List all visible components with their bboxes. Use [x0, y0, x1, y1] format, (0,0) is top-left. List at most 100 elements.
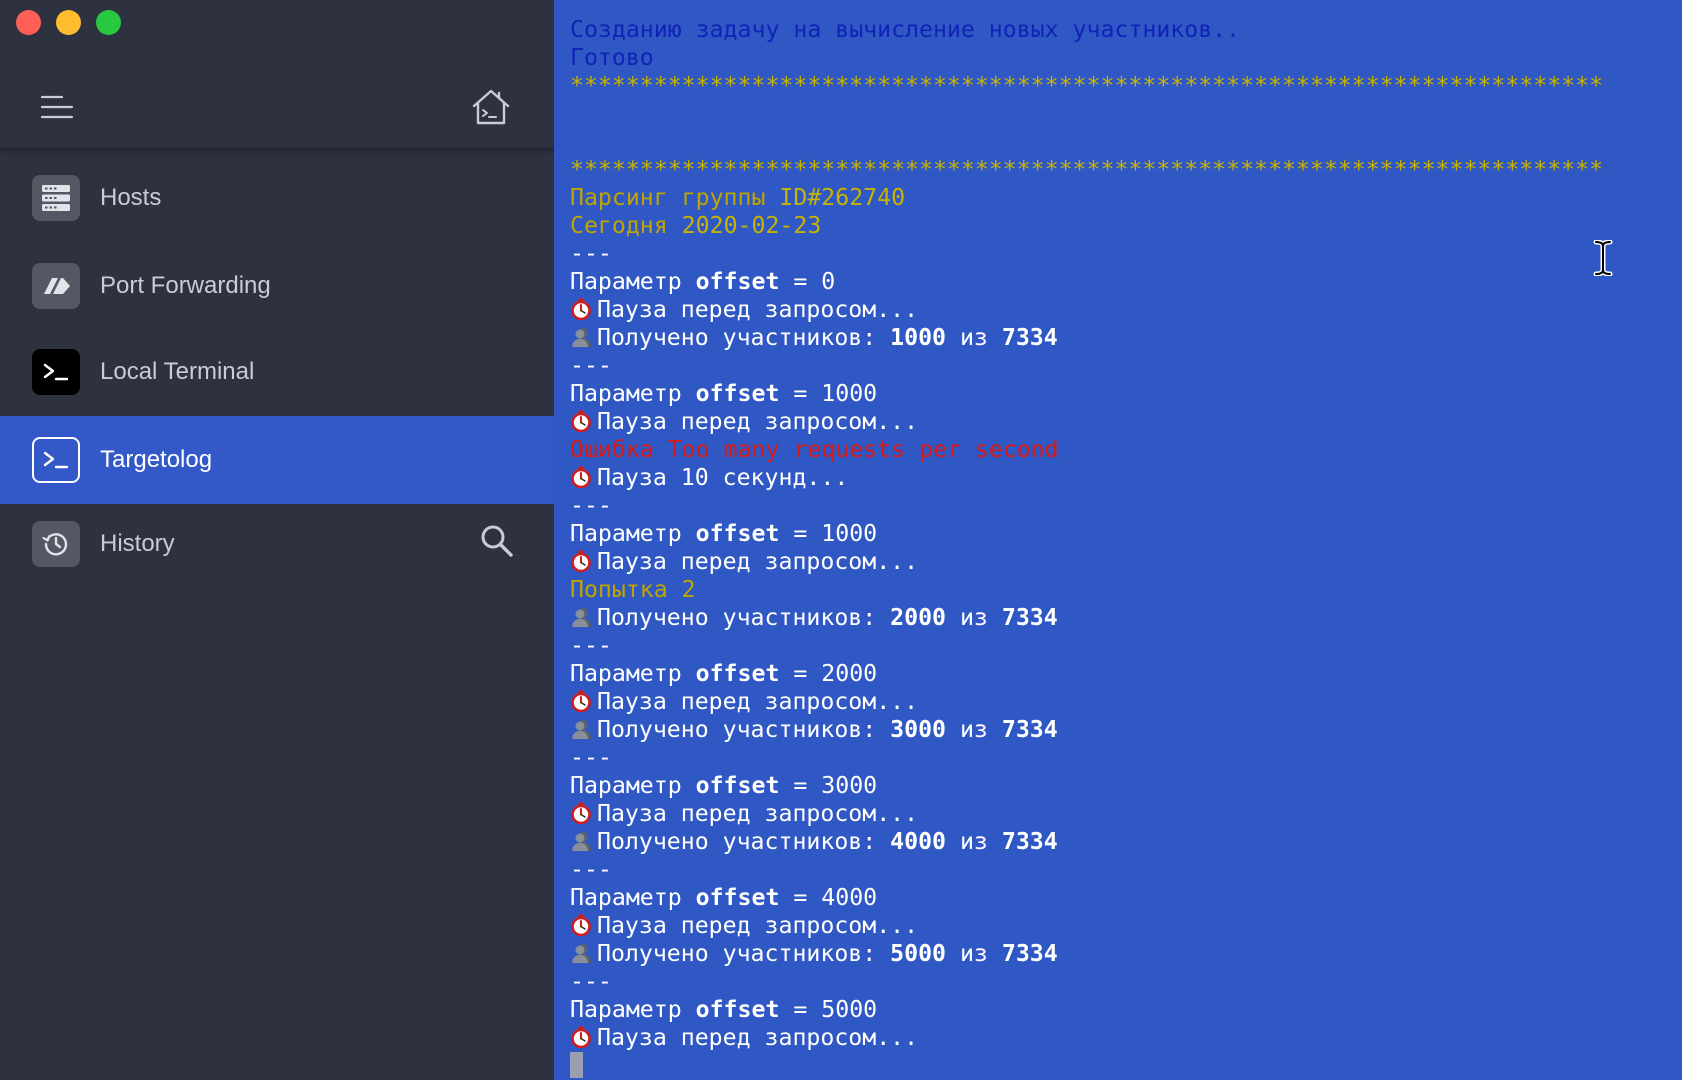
terminal-prompt-icon — [32, 349, 80, 395]
terminal-text-segment: из — [946, 604, 1002, 631]
terminal-text-segment: = 1000 — [779, 520, 878, 547]
window-minimize-button[interactable] — [56, 10, 81, 35]
terminal-line: Параметр offset = 5000 — [570, 996, 1672, 1024]
terminal-line: Параметр offset = 1000 — [570, 380, 1672, 408]
terminal-text-segment: offset — [695, 268, 780, 295]
terminal-text-segment: = 0 — [779, 268, 836, 295]
stopwatch-icon — [570, 914, 592, 937]
terminal-text-segment: ****************************************… — [570, 72, 1604, 99]
stopwatch-icon — [570, 802, 592, 825]
stopwatch-icon — [570, 690, 592, 713]
user-silhouette-icon — [570, 830, 592, 852]
terminal-text-segment: 7334 — [1001, 828, 1058, 855]
terminal-text-segment: 7334 — [1001, 604, 1058, 631]
terminal-text-segment: Получено участников: — [597, 324, 891, 351]
terminal-text-segment: Получено участников: — [597, 940, 891, 967]
sidebar-item-label: Local Terminal — [100, 358, 255, 385]
terminal-line: Параметр offset = 1000 — [570, 520, 1672, 548]
terminal-text-segment: Параметр — [570, 520, 696, 547]
terminal-line: --- — [570, 968, 1672, 996]
terminal-text-segment: Параметр — [570, 996, 696, 1023]
terminal-line: --- — [570, 492, 1672, 520]
terminal-text-segment: Пауза перед запросом... — [597, 408, 919, 435]
window-close-button[interactable] — [16, 10, 41, 35]
sidebar-item-label: History — [100, 530, 175, 557]
sidebar-item-label: Port Forwarding — [100, 272, 271, 299]
terminal-line: Пауза перед запросом... — [570, 1024, 1672, 1052]
terminal-text-segment: Параметр — [570, 268, 696, 295]
server-icon — [32, 175, 80, 221]
terminal-text-segment: --- — [570, 968, 612, 995]
terminal-line: Созданию задачу на вычисление новых учас… — [570, 16, 1672, 44]
sidebar-item-label: Targetolog — [100, 446, 213, 473]
terminal-text-segment: = 3000 — [779, 772, 878, 799]
terminal-text-segment: Параметр — [570, 380, 696, 407]
terminal-line: Пауза перед запросом... — [570, 688, 1672, 716]
search-icon[interactable] — [480, 524, 514, 558]
terminal-line: Получено участников: 4000 из 7334 — [570, 828, 1672, 856]
terminal-text-segment: 7334 — [1001, 940, 1058, 967]
terminal-text-segment: Попытка 2 — [570, 576, 696, 603]
stopwatch-icon — [570, 550, 592, 573]
terminal-text-segment: Параметр — [570, 660, 696, 687]
terminal-pane[interactable]: Созданию задачу на вычисление новых учас… — [554, 0, 1682, 1080]
sidebar-item-targetolog[interactable]: Targetolog — [0, 416, 554, 504]
terminal-text-segment: ****************************************… — [570, 156, 1604, 183]
terminal-line: ****************************************… — [570, 72, 1672, 100]
terminal-line: Параметр offset = 2000 — [570, 660, 1672, 688]
terminal-text-segment: = 4000 — [779, 884, 878, 911]
sidebar-item-port-forwarding[interactable]: Port Forwarding — [0, 242, 554, 330]
terminal-text-segment: 1000 — [890, 324, 947, 351]
terminal-line: Пауза 10 секунд... — [570, 464, 1672, 492]
sidebar-header — [0, 55, 554, 149]
terminal-text-segment: Ошибка Too many requests per second — [570, 436, 1059, 463]
terminal-text-segment: Парсинг группы — [570, 184, 780, 211]
terminal-text-segment: 7334 — [1001, 716, 1058, 743]
terminal-text-segment: offset — [695, 884, 780, 911]
home-terminal-icon[interactable] — [470, 87, 512, 127]
sidebar-item-hosts[interactable]: Hosts — [0, 154, 554, 242]
terminal-text-segment: Пауза перед запросом... — [597, 296, 919, 323]
sidebar-item-label: Hosts — [100, 184, 162, 211]
terminal-text-segment: offset — [695, 380, 780, 407]
terminal-text-segment: 3000 — [890, 716, 947, 743]
terminal-text-segment: --- — [570, 492, 612, 519]
terminal-text-segment: offset — [695, 996, 780, 1023]
sidebar-item-history[interactable]: History — [0, 500, 554, 588]
terminal-line: --- — [570, 744, 1672, 772]
terminal-line: Пауза перед запросом... — [570, 408, 1672, 436]
terminal-text-segment: 4000 — [890, 828, 947, 855]
terminal-text-segment: из — [946, 324, 1002, 351]
terminal-text-segment: Параметр — [570, 884, 696, 911]
app-window: Hosts Port Forwarding Local Terminal Tar… — [0, 0, 1682, 1080]
terminal-text-segment: Пауза перед запросом... — [597, 912, 919, 939]
terminal-text-segment: из — [946, 940, 1002, 967]
terminal-text-segment: 7334 — [1001, 324, 1058, 351]
terminal-line: Параметр offset = 0 — [570, 268, 1672, 296]
menu-toggle-icon[interactable] — [40, 95, 74, 119]
terminal-text-segment: = 1000 — [779, 380, 878, 407]
terminal-text-segment: Пауза перед запросом... — [597, 1024, 919, 1051]
terminal-text-segment: = 5000 — [779, 996, 878, 1023]
terminal-line: Получено участников: 3000 из 7334 — [570, 716, 1672, 744]
terminal-text-segment: из — [946, 716, 1002, 743]
terminal-line: Сегодня 2020-02-23 — [570, 212, 1672, 240]
sidebar-item-local-terminal[interactable]: Local Terminal — [0, 328, 554, 416]
window-maximize-button[interactable] — [96, 10, 121, 35]
user-silhouette-icon — [570, 326, 592, 348]
history-icon — [32, 521, 80, 567]
stopwatch-icon — [570, 298, 592, 321]
terminal-line: ****************************************… — [570, 156, 1672, 184]
terminal-text-segment: offset — [695, 520, 780, 547]
port-forwarding-icon — [32, 263, 80, 309]
terminal-text-segment: Пауза перед запросом... — [597, 800, 919, 827]
terminal-text-segment: --- — [570, 856, 612, 883]
terminal-text-segment: Получено участников: — [597, 604, 891, 631]
terminal-text-segment: --- — [570, 632, 612, 659]
terminal-text-segment: 2020-02-23 — [681, 212, 822, 239]
terminal-line: --- — [570, 632, 1672, 660]
terminal-line: --- — [570, 856, 1672, 884]
terminal-line: Получено участников: 1000 из 7334 — [570, 324, 1672, 352]
